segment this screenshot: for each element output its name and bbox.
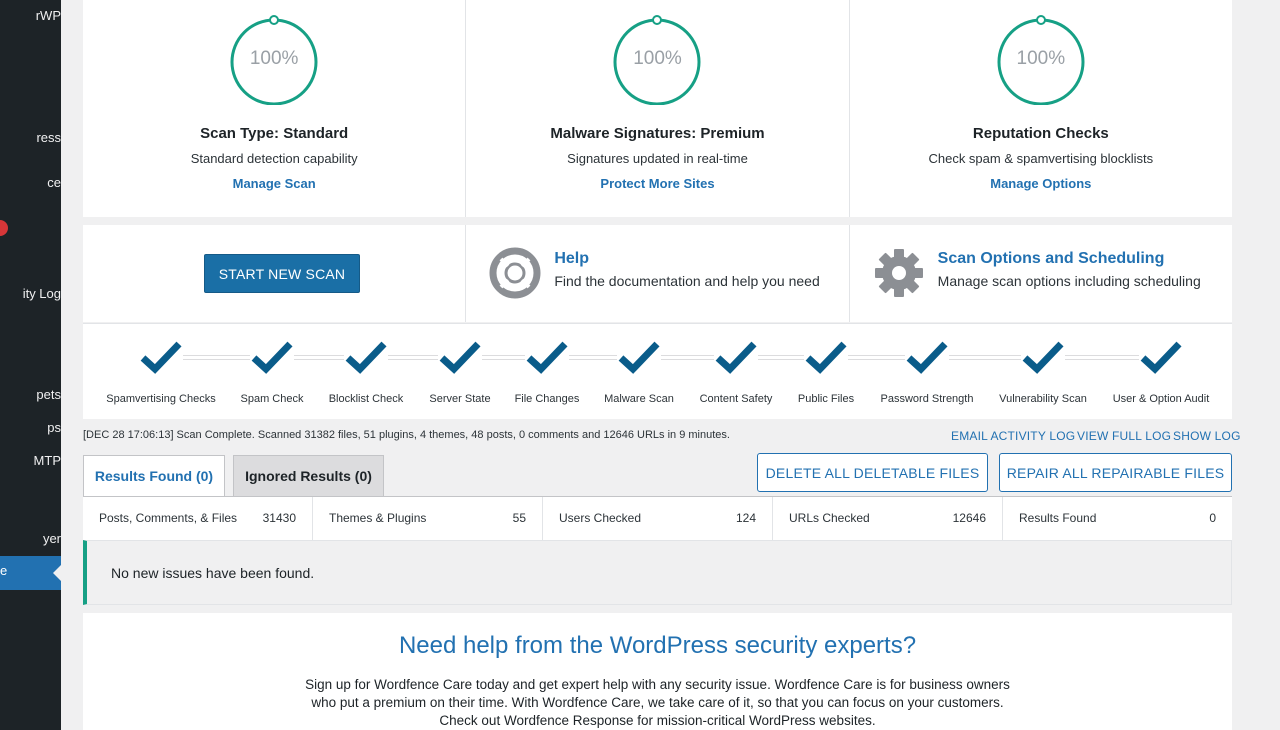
sidebar-item-label: yer: [42, 531, 61, 546]
sidebar-item-6[interactable]: ps: [0, 418, 61, 438]
scan-stages: Spamvertising Checks Spam Check Blocklist …: [83, 323, 1232, 419]
stat-themes-plugins: Themes & Plugins 55: [313, 497, 543, 540]
repair-all-repairable-button[interactable]: REPAIR ALL REPAIRABLE FILES: [999, 453, 1232, 492]
show-log-link[interactable]: SHOW LOG: [1173, 429, 1241, 443]
stat-posts-files: Posts, Comments, & Files 31430: [83, 497, 313, 540]
stat-users-checked: Users Checked 124: [543, 497, 773, 540]
scan-type-card: 100% Scan Type: Standard Standard detect…: [83, 0, 467, 217]
checkmark-icon: [618, 341, 660, 374]
scan-stats-bar: Posts, Comments, & Files 31430 Themes & …: [83, 496, 1232, 540]
sidebar-item-label: ce: [47, 175, 61, 190]
checkmark-icon: [140, 341, 182, 374]
gear-icon: [874, 249, 923, 297]
admin-sidebar: rWP ress ce ity Log pets ps MTP yer e: [0, 0, 61, 730]
scan-actions-row: START NEW SCAN Help Find the documentati…: [83, 225, 1232, 322]
delete-all-deletable-button[interactable]: DELETE ALL DELETABLE FILES: [757, 453, 988, 492]
scan-options-description: Manage scan options including scheduling: [937, 273, 1201, 289]
help-cell[interactable]: Help Find the documentation and help you…: [466, 225, 850, 322]
start-new-scan-button[interactable]: START NEW SCAN: [204, 254, 360, 293]
stat-value: 55: [512, 511, 526, 525]
sidebar-item-label: MTP: [33, 453, 61, 468]
sidebar-item-2[interactable]: ress: [0, 128, 61, 148]
protect-more-sites-link[interactable]: Protect More Sites: [466, 176, 848, 191]
checkmark-icon: [1140, 341, 1182, 374]
checkmark-icon: [906, 341, 948, 374]
results-panel: No new issues have been found.: [83, 540, 1232, 605]
checkmark-icon: [526, 341, 568, 374]
active-arrow-icon: [53, 565, 61, 581]
scan-stage: User & Option Audit: [1091, 324, 1231, 420]
checkmark-icon: [251, 341, 293, 374]
sidebar-item-activity-log[interactable]: ity Log: [0, 284, 61, 304]
sidebar-item-3[interactable]: ce: [0, 173, 61, 193]
sidebar-item-label: e: [0, 563, 8, 578]
view-full-log-link[interactable]: VIEW FULL LOG: [1077, 429, 1171, 443]
card-title: Reputation Checks: [972, 125, 1109, 142]
card-description: Check spam & spamvertising blocklists: [928, 151, 1154, 166]
wordfence-care-promo: Need help from the WordPress security ex…: [83, 613, 1232, 730]
checkmark-icon: [439, 341, 481, 374]
help-description: Find the documentation and help you need: [554, 273, 820, 289]
help-link[interactable]: Help: [554, 250, 589, 268]
tab-results-found[interactable]: Results Found (0): [83, 455, 225, 498]
stat-value: 31430: [262, 511, 296, 525]
scan-summary-cards: 100% Scan Type: Standard Standard detect…: [83, 0, 1232, 217]
start-scan-cell: START NEW SCAN: [83, 225, 467, 322]
sidebar-item-snippets[interactable]: pets: [0, 385, 61, 405]
manage-options-link[interactable]: Manage Options: [850, 176, 1232, 191]
card-description: Standard detection capability: [190, 151, 358, 166]
scan-options-link[interactable]: Scan Options and Scheduling: [938, 250, 1165, 268]
scan-status-text: [DEC 28 17:06:13] Scan Complete. Scanned…: [83, 429, 730, 441]
card-title: Malware Signatures: Premium: [550, 125, 765, 142]
promo-title: Need help from the WordPress security ex…: [398, 632, 917, 659]
notification-badge: [0, 220, 8, 236]
lifebuoy-icon: [489, 247, 541, 299]
promo-body: Sign up for Wordfence Care today and get…: [305, 677, 1010, 728]
malware-signatures-card: 100% Malware Signatures: Premium Signatu…: [466, 0, 850, 217]
stat-urls-checked: URLs Checked 12646: [773, 497, 1003, 540]
stat-label: Results Found: [1019, 511, 1097, 525]
sidebar-item-label: pets: [36, 387, 61, 402]
stat-label: Users Checked: [559, 511, 642, 525]
reputation-checks-card: 100% Reputation Checks Check spam & spam…: [850, 0, 1232, 217]
checkmark-icon: [345, 341, 387, 374]
progress-percent: 100%: [249, 48, 299, 69]
card-description: Signatures updated in real-time: [567, 151, 748, 166]
stat-label: Themes & Plugins: [329, 511, 427, 525]
sidebar-item-label: ress: [36, 130, 61, 145]
email-activity-log-link[interactable]: EMAIL ACTIVITY LOG: [951, 429, 1075, 443]
stat-results-found: Results Found 0: [1003, 497, 1232, 540]
stat-label: Posts, Comments, & Files: [99, 511, 238, 525]
no-issues-message: No new issues have been found.: [111, 565, 315, 581]
stat-value: 124: [735, 511, 756, 525]
sidebar-item-smtp[interactable]: MTP: [0, 451, 61, 471]
checkmark-icon: [715, 341, 757, 374]
sidebar-item-8[interactable]: yer: [0, 529, 61, 549]
stat-label: URLs Checked: [789, 511, 870, 525]
progress-percent: 100%: [633, 48, 682, 69]
progress-percent: 100%: [1016, 48, 1066, 69]
checkmark-icon: [1022, 341, 1064, 374]
card-title: Scan Type: Standard: [200, 125, 349, 142]
tab-ignored-results[interactable]: Ignored Results (0): [233, 455, 384, 497]
manage-scan-link[interactable]: Manage Scan: [83, 176, 465, 191]
sidebar-item-label: ity Log: [22, 286, 61, 301]
sidebar-item-label: ps: [47, 420, 61, 435]
sidebar-item-label: rWP: [35, 8, 61, 23]
stat-value: 12646: [952, 511, 986, 525]
scan-options-cell[interactable]: Scan Options and Scheduling Manage scan …: [850, 225, 1232, 322]
sidebar-item-1[interactable]: rWP: [0, 6, 61, 26]
checkmark-icon: [805, 341, 847, 374]
stat-value: 0: [1209, 511, 1216, 525]
scan-stage-label: User & Option Audit: [1112, 393, 1210, 405]
sidebar-item-wordfence-active[interactable]: e: [0, 556, 61, 590]
